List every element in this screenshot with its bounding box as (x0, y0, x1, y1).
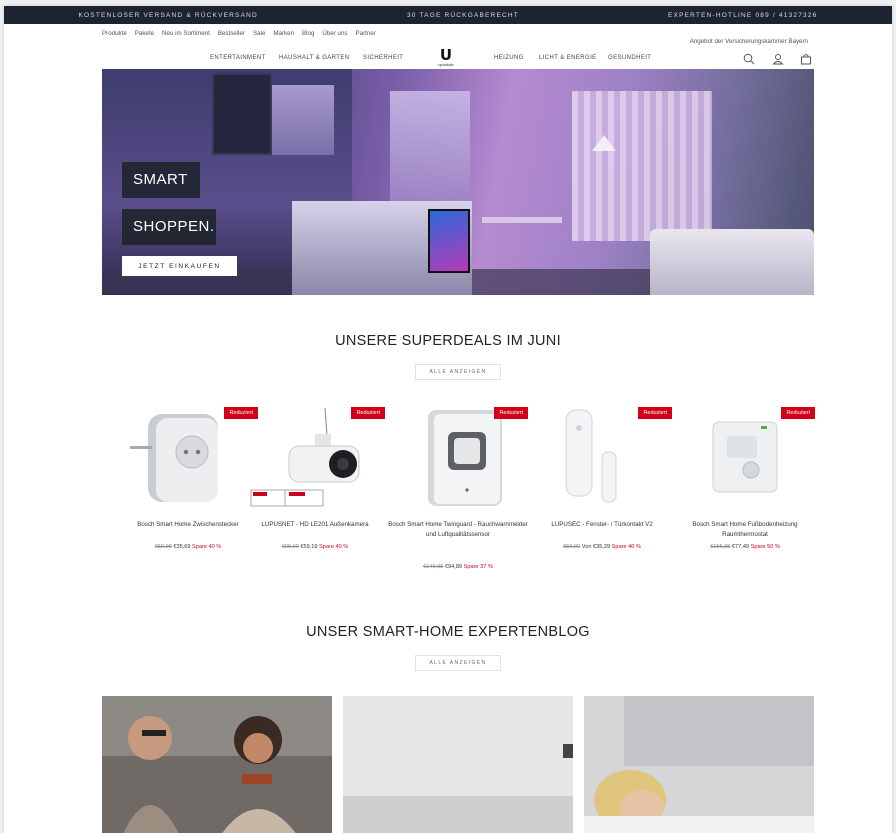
product-sale-price: €77,49 (731, 544, 750, 550)
product-name[interactable]: LUPUSEC - Fenster- / Türkontakt V2 (532, 520, 672, 530)
hero-image-window (390, 91, 470, 211)
product-card[interactable]: Reduziert Bosch Smart Home Zwischensteck… (118, 406, 258, 576)
product-savings: Spare 37 % (463, 564, 493, 570)
blog-card-image[interactable] (584, 696, 814, 833)
nav-category-gesundheit[interactable]: GESUNDHEIT (608, 55, 651, 61)
product-card[interactable]: Reduziert LUPUSEC - Fenster- / Türkontak… (532, 406, 672, 576)
hero-banner[interactable]: SMART SHOPPEN. JETZT EINKAUFEN (102, 69, 814, 295)
product-image-thermostat (712, 421, 778, 493)
nav-category-sicherheit[interactable]: SICHERHEIT (363, 55, 403, 61)
hero-image-shelf (212, 73, 272, 155)
nav-category-haushalt-garten[interactable]: HAUSHALT & GARTEN (279, 55, 349, 61)
product-card[interactable]: Reduziert Bosch Smart Home Fußbodenheizu… (675, 406, 815, 576)
product-name[interactable]: Bosch Smart Home Fußbodenheizung Raumthe… (675, 520, 815, 540)
product-sale-price: €59,19 (300, 544, 318, 550)
hero-image-curtain (572, 91, 712, 241)
secondary-nav: Produkte Pakete Neu im Sortiment Bestsel… (4, 28, 892, 45)
blog-card-image[interactable] (343, 696, 573, 833)
deals-title: UNSERE SUPERDEALS IM JUNI (335, 333, 561, 349)
product-sale-price: €35,69 (173, 544, 191, 550)
deals-show-all-button[interactable]: ALLE ANZEIGEN (415, 364, 501, 380)
subnav-link-produkte[interactable]: Produkte (102, 30, 127, 37)
announcement-shipping: KOSTENLOSER VERSAND & RÜCKVERSAND (78, 11, 258, 19)
subnav-link-marken[interactable]: Marken (273, 30, 294, 37)
hero-headline-line1: SMART (122, 162, 200, 198)
product-old-price: €59,95 (154, 544, 172, 550)
blog-image-sleeping (584, 696, 814, 833)
subnav-link-versicherungskammer[interactable]: Angebot der Versicherungskammer Bayern (690, 38, 808, 45)
product-sale-price: €94,89 (444, 564, 463, 570)
product-badge: Reduziert (781, 407, 815, 419)
blog-image-couple (102, 696, 332, 833)
product-savings: Spare 40 % (611, 544, 641, 550)
hero-headline-line2: SHOPPEN. (122, 209, 216, 245)
hero-image-table (482, 217, 562, 223)
product-card[interactable]: Reduziert Bosch Smart Home Twinguard - R… (388, 406, 528, 576)
product-name[interactable]: Bosch Smart Home Zwischenstecker (118, 520, 258, 530)
product-savings: Spare 40 % (319, 544, 349, 550)
logo-mark: U (439, 46, 453, 64)
product-price: €155,95 €77,49 Spare 50 % (675, 544, 815, 550)
subnav-link-sale[interactable]: Sale (253, 30, 265, 37)
announcement-returns: 30 TAGE RÜCKGABERECHT (406, 11, 519, 19)
blog-card-image[interactable] (102, 696, 332, 833)
blog-show-all-button[interactable]: ALLE ANZEIGEN (415, 655, 501, 671)
hero-image-cabinet (272, 85, 334, 155)
subnav-link-ueber-uns[interactable]: Über uns (322, 30, 347, 37)
product-savings: Spare 50 % (750, 544, 780, 550)
hero-image-tv (428, 209, 470, 273)
product-badge: Reduziert (351, 407, 385, 419)
product-old-price: €99,00 (281, 544, 299, 550)
product-old-price: €155,95 (710, 544, 731, 550)
product-badge: Reduziert (494, 407, 528, 419)
product-price: €99,00 €59,19 Spare 40 % (245, 544, 385, 550)
product-image-smart-plug (130, 414, 218, 502)
hero-image-lamp (592, 135, 616, 151)
product-old-price: €59,00 (563, 544, 581, 550)
product-image-camera (250, 407, 360, 507)
product-old-price: €149,95 (423, 564, 444, 570)
product-badge: Reduziert (638, 407, 672, 419)
search-icon[interactable] (743, 53, 755, 65)
logo-wordmark: uptodate (438, 62, 454, 67)
nav-category-licht-energie[interactable]: LICHT & ENERGIE (539, 55, 597, 61)
product-sale-price: Von €35,29 (581, 544, 611, 550)
account-icon[interactable] (772, 53, 784, 65)
cart-icon[interactable] (800, 53, 812, 65)
subnav-link-bestseller[interactable]: Bestseller (218, 30, 245, 37)
product-card[interactable]: Reduziert LUPUSNET - HD LE201 Außenkamer… (245, 406, 385, 576)
main-nav: ENTERTAINMENT HAUSHALT & GARTEN SICHERHE… (4, 46, 892, 70)
subnav-link-pakete[interactable]: Pakete (135, 30, 154, 37)
shop-now-button[interactable]: JETZT EINKAUFEN (122, 256, 237, 276)
announcement-bar: KOSTENLOSER VERSAND & RÜCKVERSAND 30 TAG… (4, 6, 892, 24)
nav-category-heizung[interactable]: HEIZUNG (494, 55, 524, 61)
browser-frame: KOSTENLOSER VERSAND & RÜCKVERSAND 30 TAG… (0, 0, 896, 833)
product-savings: Spare 40 % (192, 544, 222, 550)
product-image-door-contact (565, 409, 617, 503)
subnav-link-partner[interactable]: Partner (356, 30, 376, 37)
product-price: €149,95 €94,89 Spare 37 % (388, 564, 528, 570)
hero-image-sofa (650, 229, 814, 295)
subnav-link-neu[interactable]: Neu im Sortiment (162, 30, 210, 37)
product-image-smoke-detector (428, 410, 502, 506)
logo[interactable]: U uptodate (429, 48, 463, 70)
product-price: €59,00 Von €35,29 Spare 40 % (532, 544, 672, 550)
announcement-hotline[interactable]: EXPERTEN-HOTLINE 089 / 41327326 (668, 12, 817, 19)
product-price: €59,95 €35,69 Spare 40 % (118, 544, 258, 550)
subnav-link-blog[interactable]: Blog (302, 30, 314, 37)
blog-title: UNSER SMART-HOME EXPERTENBLOG (306, 624, 590, 640)
nav-category-entertainment[interactable]: ENTERTAINMENT (210, 55, 266, 61)
product-name[interactable]: Bosch Smart Home Twinguard - Rauchwarnme… (388, 520, 528, 540)
product-name[interactable]: LUPUSNET - HD LE201 Außenkamera (245, 520, 385, 530)
page: KOSTENLOSER VERSAND & RÜCKVERSAND 30 TAG… (4, 6, 892, 833)
blog-image-sky (343, 696, 573, 833)
